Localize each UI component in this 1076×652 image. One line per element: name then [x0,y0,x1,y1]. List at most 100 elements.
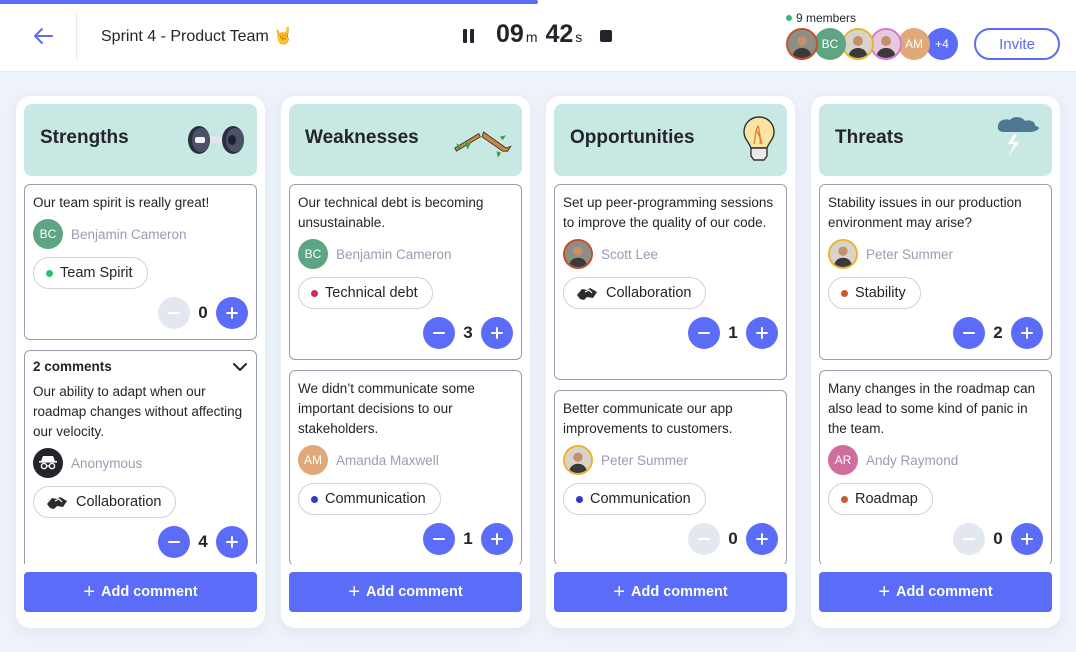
timer-minutes-unit: m [525,29,538,45]
card-text: Many changes in the roadmap can also lea… [828,381,1036,436]
person-photo-icon [872,30,900,58]
card-text: We didn’t communicate some important dec… [298,381,475,436]
column-strengths: Strengths Our team spirit is really grea… [16,96,265,628]
vote-count: 0 [728,529,738,548]
downvote-button[interactable] [158,526,190,558]
add-comment-button[interactable]: + Add comment [819,572,1052,612]
upvote-button[interactable] [481,317,513,349]
card-tag[interactable]: Roadmap [828,483,933,515]
author-avatar: AR [828,445,858,475]
author-avatar [33,448,63,478]
upvote-button[interactable] [1011,317,1043,349]
handshake-icon [577,288,597,300]
storm-cloud-icon [980,114,1044,166]
column-header: Weaknesses [289,104,522,176]
card-author: Anonymous [33,448,248,478]
idea-card[interactable]: 2 comments Our ability to adapt when our… [24,350,257,564]
downvote-button[interactable] [688,523,720,555]
author-name: Benjamin Cameron [71,226,187,242]
upvote-button[interactable] [746,317,778,349]
downvote-button[interactable] [423,317,455,349]
vote-count: 1 [463,529,473,548]
plus-icon: + [348,581,360,603]
downvote-button[interactable] [953,317,985,349]
column-title: Weaknesses [305,127,419,148]
stop-button[interactable] [600,30,612,42]
vote-count: 3 [463,323,473,342]
card-tag[interactable]: Team Spirit [33,257,148,289]
plus-icon: + [878,581,890,603]
card-tag[interactable]: Collaboration [563,277,707,309]
timer-seconds: 42 [545,20,574,48]
plus-icon [491,327,503,339]
column-cards[interactable]: Set up peer-programming sessions to impr… [554,184,787,564]
idea-card[interactable]: Our team spirit is really great! BC Benj… [24,184,257,340]
chevron-down-icon[interactable] [232,362,248,372]
tag-color-dot-icon [46,269,53,277]
person-photo-icon [844,30,872,58]
member-avatar[interactable] [870,28,902,60]
vote-count: 0 [993,529,1003,548]
add-comment-button[interactable]: + Add comment [554,572,787,612]
light-bulb-icon [715,114,779,166]
downvote-button[interactable] [158,297,190,329]
online-dot-icon [786,15,792,21]
downvote-button[interactable] [953,523,985,555]
column-opportunities: Opportunities Set up peer-programming se… [546,96,795,628]
vote-control: 3 [298,317,513,349]
member-avatar[interactable]: BC [814,28,846,60]
minus-icon [698,538,710,540]
member-avatar[interactable]: AM [898,28,930,60]
column-cards[interactable]: Our technical debt is becoming unsustain… [289,184,522,564]
card-tag[interactable]: Stability [828,277,921,309]
column-cards[interactable]: Stability issues in our production envir… [819,184,1052,564]
plus-icon [756,533,768,545]
column-cards[interactable]: Our team spirit is really great! BC Benj… [24,184,257,564]
vote-control: 0 [33,297,248,329]
upvote-button[interactable] [746,523,778,555]
pause-icon [463,29,467,43]
author-name: Benjamin Cameron [336,246,452,262]
add-comment-button[interactable]: + Add comment [289,572,522,612]
back-button[interactable] [30,24,56,48]
member-avatar[interactable]: +4 [926,28,958,60]
idea-card[interactable]: Our technical debt is becoming unsustain… [289,184,522,360]
members-label: 9 members [796,11,857,25]
downvote-button[interactable] [423,523,455,555]
card-tag[interactable]: Communication [298,483,441,515]
upvote-button[interactable] [481,523,513,555]
upvote-button[interactable] [216,297,248,329]
timer-minutes: 09 [496,20,524,48]
member-avatar[interactable] [786,28,818,60]
minus-icon [433,538,445,540]
add-comment-button[interactable]: + Add comment [24,572,257,612]
upvote-button[interactable] [216,526,248,558]
idea-card[interactable]: Stability issues in our production envir… [819,184,1052,360]
author-name: Amanda Maxwell [336,452,439,468]
card-tag[interactable]: Collaboration [33,486,177,518]
idea-card[interactable]: Set up peer-programming sessions to impr… [554,184,787,380]
upvote-button[interactable] [1011,523,1043,555]
tag-label: Collaboration [76,494,162,510]
add-comment-label: Add comment [366,584,463,600]
comments-count: 2 comments [33,359,112,374]
downvote-button[interactable] [688,317,720,349]
person-photo-icon [830,241,856,267]
idea-card[interactable]: We didn’t communicate some important dec… [289,370,522,564]
member-avatars[interactable]: BC AM +4 [786,28,958,60]
member-avatar[interactable] [842,28,874,60]
members-count: 9 members [786,11,856,25]
card-tag[interactable]: Communication [563,483,706,515]
comments-toggle[interactable]: 2 comments [33,359,248,374]
card-text: Set up peer-programming sessions to impr… [563,195,774,230]
add-comment-label: Add comment [631,584,728,600]
vote-control: 0 [828,523,1043,555]
card-author: Peter Summer [563,445,778,475]
invite-button[interactable]: Invite [974,28,1060,60]
idea-card[interactable]: Better communicate our app improvements … [554,390,787,564]
idea-card[interactable]: Many changes in the roadmap can also lea… [819,370,1052,564]
tag-color-dot-icon [311,289,318,297]
card-tag[interactable]: Technical debt [298,277,433,309]
pause-button[interactable] [463,29,475,43]
author-name: Peter Summer [601,452,689,468]
